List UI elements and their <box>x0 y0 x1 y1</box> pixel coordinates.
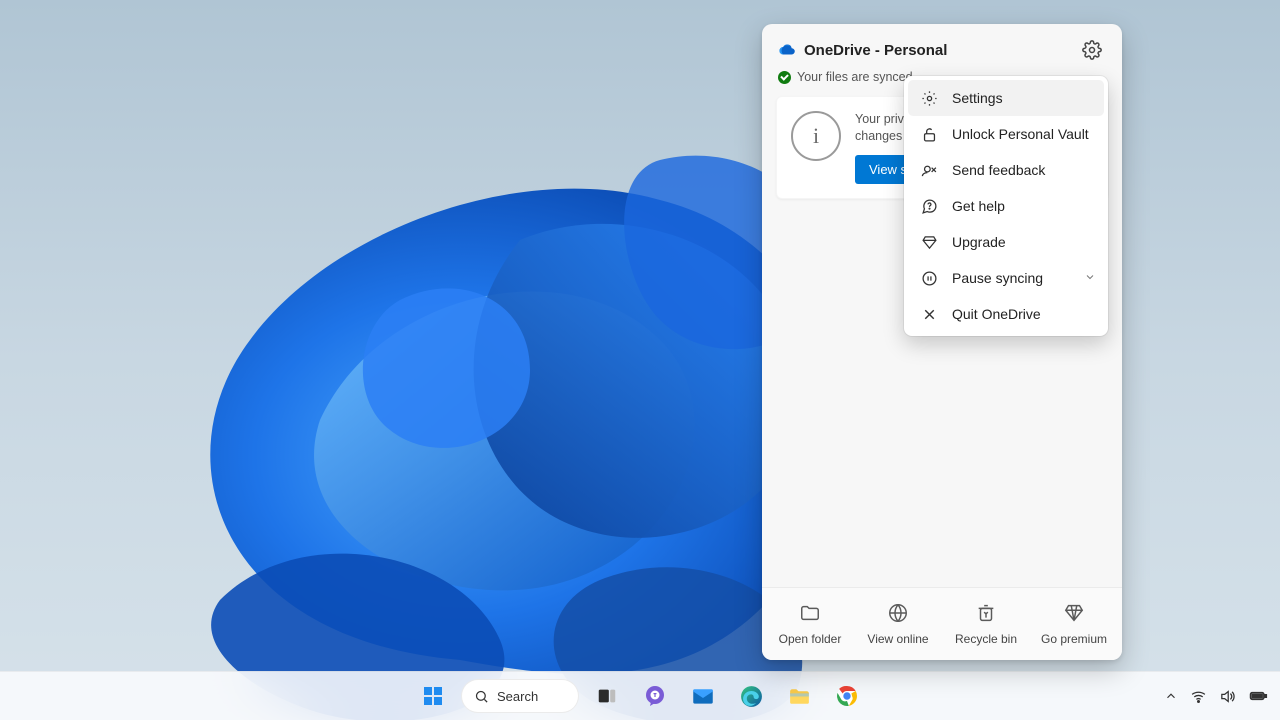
onedrive-cloud-icon <box>778 41 796 59</box>
settings-gear-button[interactable] <box>1078 36 1106 64</box>
chevron-up-icon[interactable] <box>1164 689 1178 703</box>
search-icon <box>474 689 489 704</box>
gear-icon <box>920 89 938 107</box>
gear-icon <box>1082 40 1102 60</box>
battery-icon[interactable] <box>1248 686 1268 706</box>
menu-get-help[interactable]: Get help <box>908 188 1104 224</box>
edge-icon <box>739 684 764 709</box>
menu-send-feedback[interactable]: Send feedback <box>908 152 1104 188</box>
chrome-browser-button[interactable] <box>827 676 867 716</box>
taskbar-system-tray[interactable] <box>1164 686 1268 706</box>
sync-status-text: Your files are synced <box>797 70 913 84</box>
diamond-icon <box>920 233 938 251</box>
globe-icon <box>887 602 909 624</box>
menu-unlock-vault[interactable]: Unlock Personal Vault <box>908 116 1104 152</box>
volume-icon[interactable] <box>1219 688 1236 705</box>
flyout-title: OneDrive - Personal <box>804 42 1070 59</box>
menu-upgrade[interactable]: Upgrade <box>908 224 1104 260</box>
windows-logo-icon <box>421 684 445 708</box>
teams-chat-button[interactable] <box>635 676 675 716</box>
info-icon: i <box>791 111 841 161</box>
recycle-bin-icon <box>975 602 997 624</box>
task-view-button[interactable] <box>587 676 627 716</box>
feedback-icon <box>920 161 938 179</box>
wifi-icon[interactable] <box>1190 688 1207 705</box>
menu-quit[interactable]: Quit OneDrive <box>908 296 1104 332</box>
flyout-footer: Open folder View online Recycle bin Go p… <box>762 587 1122 660</box>
menu-pause-syncing[interactable]: Pause syncing <box>908 260 1104 296</box>
menu-settings[interactable]: Settings <box>908 80 1104 116</box>
edge-browser-button[interactable] <box>731 676 771 716</box>
view-online-button[interactable]: View online <box>862 602 934 646</box>
folder-icon <box>787 684 812 709</box>
taskbar: Search <box>0 671 1280 720</box>
chat-icon <box>643 684 667 708</box>
pause-icon <box>920 269 938 287</box>
unlock-icon <box>920 125 938 143</box>
folder-icon <box>799 602 821 624</box>
diamond-icon <box>1063 602 1085 624</box>
taskbar-center: Search <box>413 676 867 716</box>
settings-context-menu: Settings Unlock Personal Vault Send feed… <box>904 76 1108 336</box>
start-button[interactable] <box>413 676 453 716</box>
chevron-down-icon <box>1084 270 1096 286</box>
mail-icon <box>690 683 716 709</box>
taskbar-search[interactable]: Search <box>461 679 579 713</box>
recycle-bin-button[interactable]: Recycle bin <box>950 602 1022 646</box>
help-icon <box>920 197 938 215</box>
close-icon <box>920 305 938 323</box>
go-premium-button[interactable]: Go premium <box>1038 602 1110 646</box>
open-folder-button[interactable]: Open folder <box>774 602 846 646</box>
task-view-icon <box>596 685 618 707</box>
mail-app-button[interactable] <box>683 676 723 716</box>
chrome-icon <box>835 684 859 708</box>
file-explorer-button[interactable] <box>779 676 819 716</box>
check-circle-icon <box>778 71 791 84</box>
